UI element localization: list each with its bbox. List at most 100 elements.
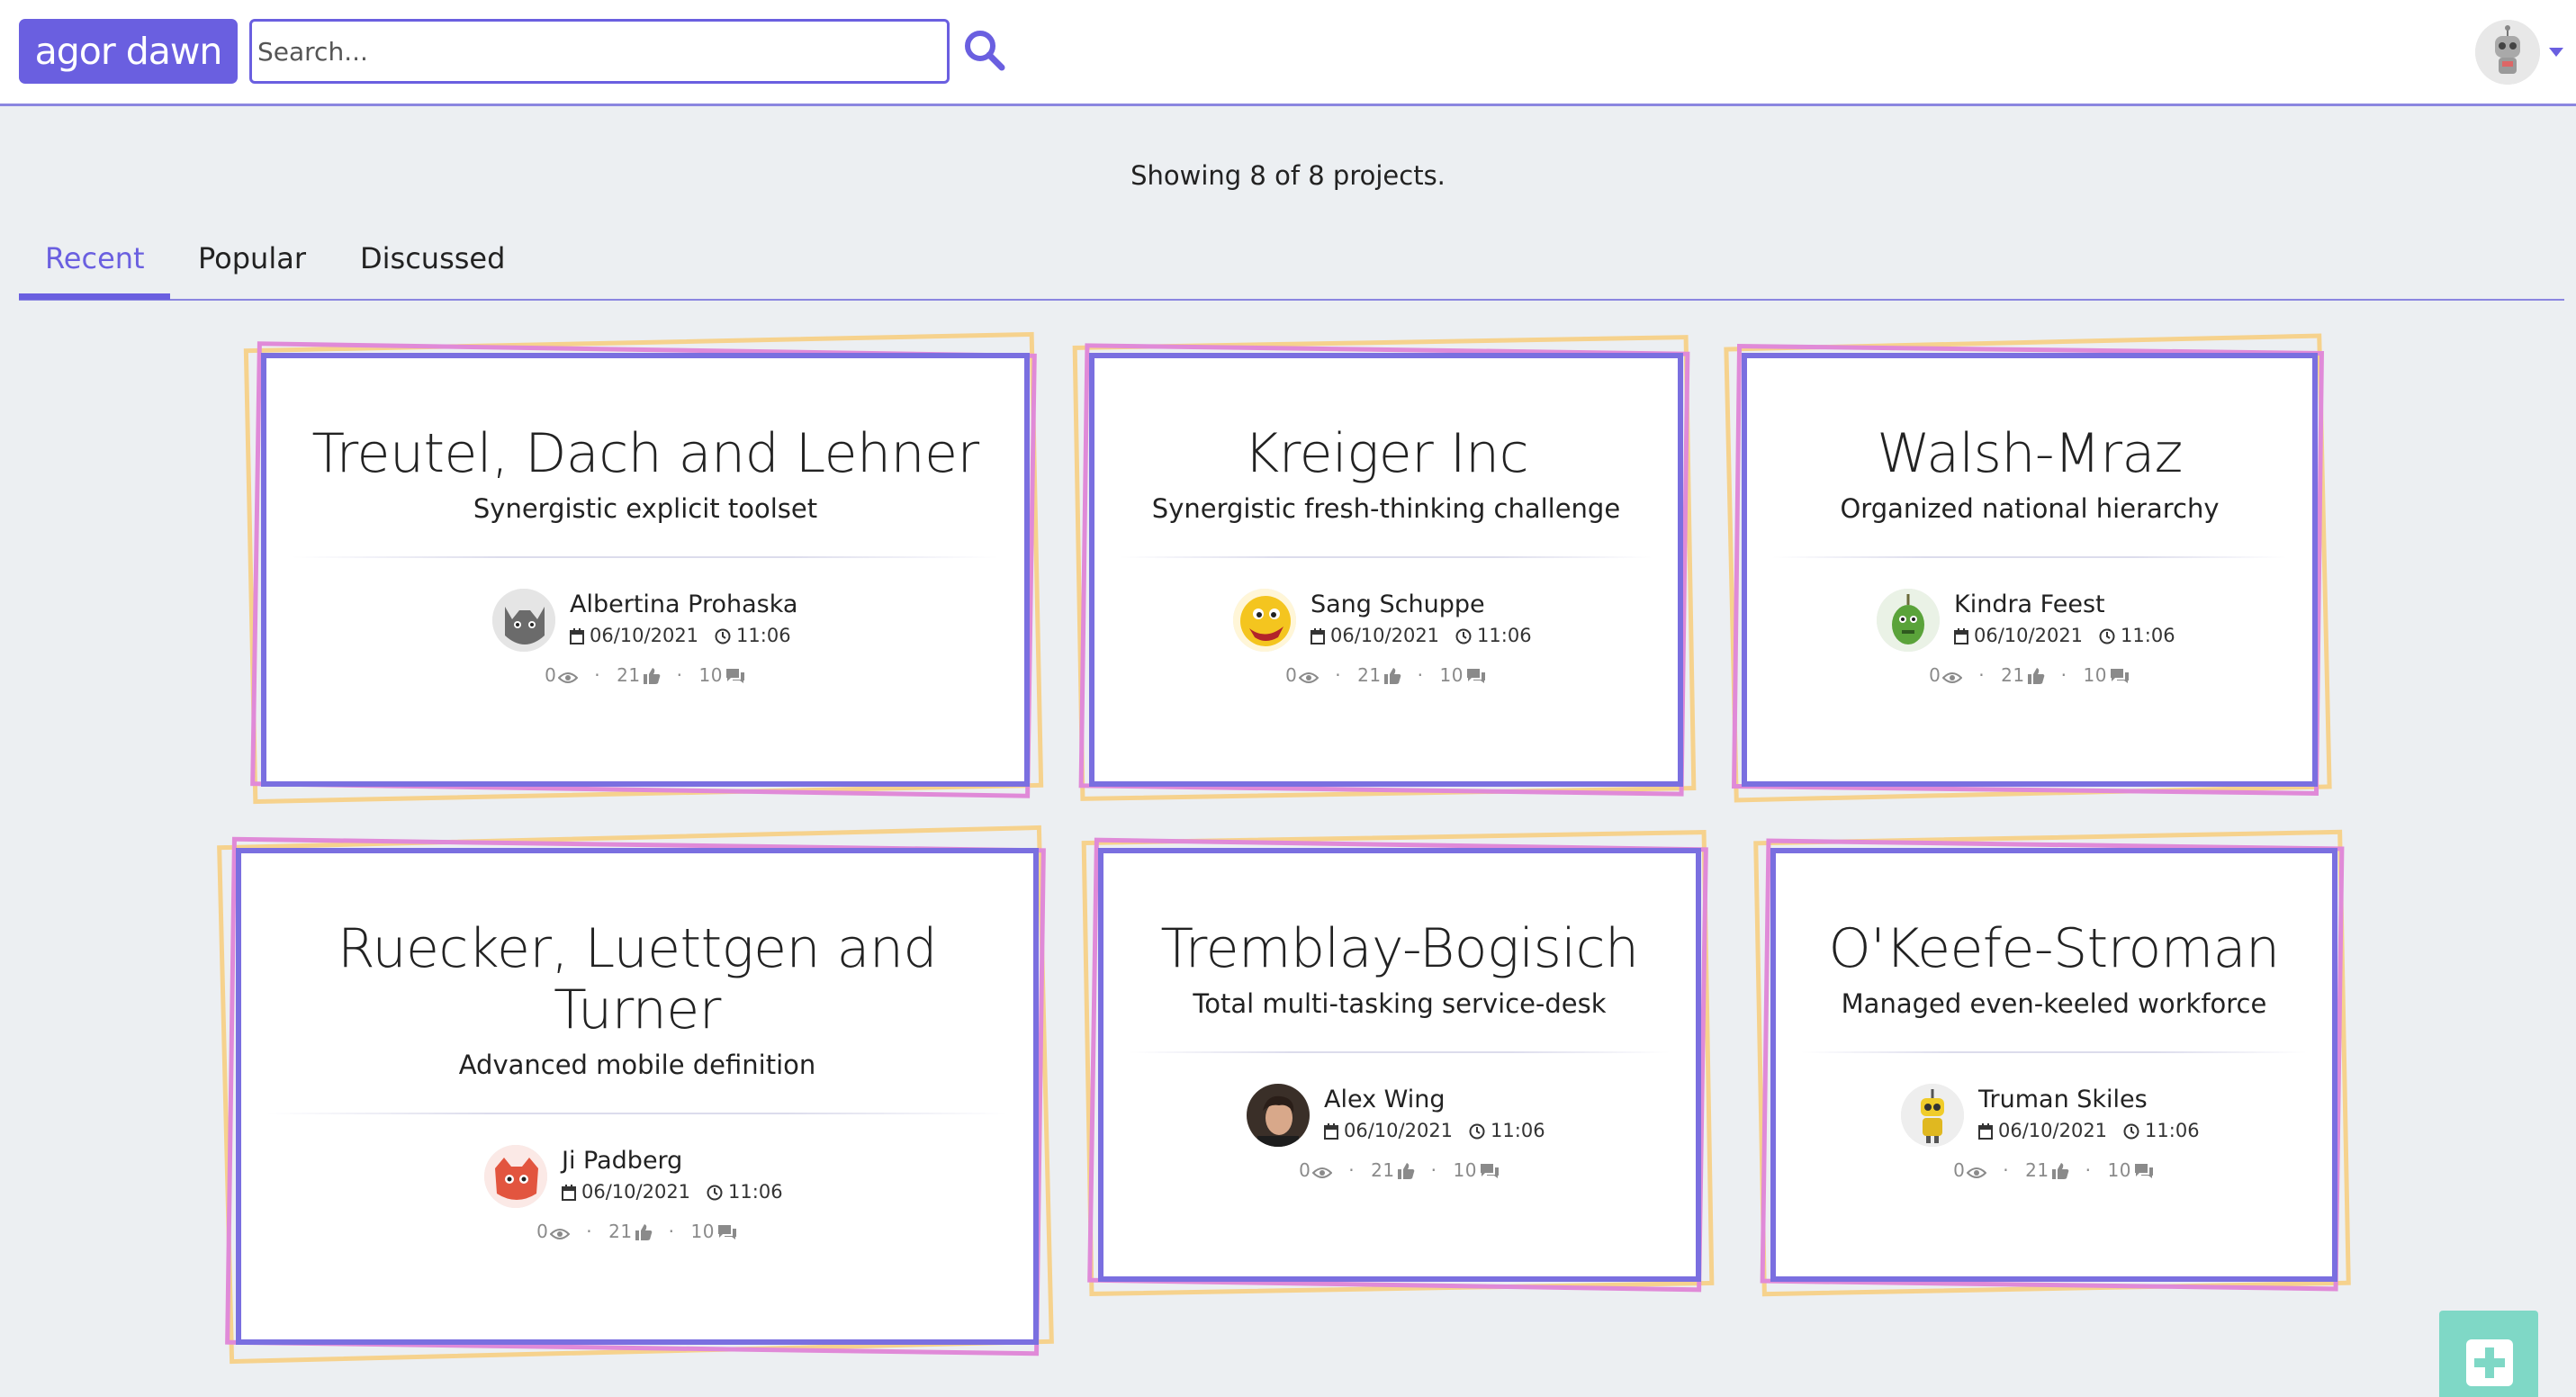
comments-icon <box>717 1225 736 1239</box>
calendar-icon <box>1954 628 1968 644</box>
author-name[interactable]: Ji Padberg <box>562 1147 682 1175</box>
project-subtitle: Managed even-keeled workforce <box>1841 988 2267 1019</box>
separator-dot: · <box>586 1221 593 1242</box>
eye-icon <box>1966 1167 1987 1178</box>
post-time: 11:06 <box>1491 1120 1545 1141</box>
views-count: 0 <box>1929 664 1941 686</box>
author-info: Albertina Prohaska 06/10/2021 11:06 <box>261 583 1030 655</box>
likes-count: 21 <box>2025 1159 2049 1181</box>
active-tab-underline <box>19 293 170 300</box>
comments-count: 10 <box>690 1221 715 1242</box>
comments-count: 10 <box>1439 664 1464 686</box>
comments-icon <box>725 669 744 683</box>
likes-count: 21 <box>1371 1159 1395 1181</box>
clock-icon <box>1455 628 1472 644</box>
clock-icon <box>2099 628 2115 644</box>
green-monster-avatar-icon[interactable] <box>1877 589 1940 652</box>
project-subtitle: Synergistic explicit toolset <box>473 493 818 524</box>
project-title: O'Keefe-Stroman <box>1828 917 2280 980</box>
author-name[interactable]: Alex Wing <box>1324 1086 1446 1113</box>
author-info: Truman Skiles 06/10/2021 11:06 <box>1770 1078 2337 1150</box>
post-time: 11:06 <box>1477 625 1532 646</box>
clock-icon <box>715 628 731 644</box>
post-datetime: 06/10/2021 11:06 <box>1324 1120 1545 1141</box>
red-monster-avatar-icon[interactable] <box>484 1145 547 1208</box>
chevron-down-icon[interactable] <box>2547 45 2565 58</box>
post-date: 06/10/2021 <box>590 625 699 646</box>
project-stats: 0 · 21 · 10 <box>1742 664 2318 686</box>
views-count: 0 <box>536 1221 549 1242</box>
calendar-icon <box>1978 1123 1993 1140</box>
views-count: 0 <box>1299 1159 1311 1181</box>
person-photo-avatar-icon[interactable] <box>1247 1084 1310 1147</box>
author-name[interactable]: Sang Schuppe <box>1311 590 1485 618</box>
app-logo[interactable]: agor dawn <box>19 19 238 84</box>
separator-dot: · <box>2060 664 2067 686</box>
project-card[interactable]: Walsh-Mraz Organized national hierarchy Ki… <box>1724 333 2332 803</box>
project-subtitle: Synergistic fresh-thinking challenge <box>1151 493 1621 524</box>
card-divider <box>1129 1051 1671 1053</box>
clock-icon <box>707 1185 723 1201</box>
views-count: 0 <box>1285 664 1298 686</box>
separator-dot: · <box>1978 664 1986 686</box>
project-card[interactable]: Treutel, Dach and Lehner Synergistic expl… <box>243 331 1044 805</box>
tab-popular[interactable]: Popular <box>198 236 306 301</box>
project-card[interactable]: Tremblay-Bogisich Total multi-tasking ser… <box>1081 829 1715 1297</box>
card-content: Ruecker, Luettgen and Turner Advanced mob… <box>236 918 1039 1242</box>
clock-icon <box>1469 1123 1485 1140</box>
yellow-monster-avatar-icon[interactable] <box>1233 589 1296 652</box>
user-avatar[interactable] <box>2475 20 2540 85</box>
project-card[interactable]: Kreiger Inc Synergistic fresh-thinking ch… <box>1072 335 1697 801</box>
comments-icon <box>1466 669 1485 683</box>
separator-dot: · <box>2085 1159 2092 1181</box>
author-name[interactable]: Kindra Feest <box>1954 590 2105 618</box>
project-title: Ruecker, Luettgen and Turner <box>337 917 938 1041</box>
cat-avatar-icon[interactable] <box>492 589 555 652</box>
calendar-icon <box>570 628 584 644</box>
search-input[interactable] <box>249 19 950 84</box>
clock-icon <box>2123 1123 2139 1140</box>
project-stats: 0 · 21 · 10 <box>1770 1159 2337 1181</box>
project-title: Treutel, Dach and Lehner <box>311 422 979 485</box>
project-subtitle: Total multi-tasking service-desk <box>1193 988 1607 1019</box>
add-project-button[interactable] <box>2439 1311 2538 1397</box>
search-icon[interactable] <box>961 27 1008 74</box>
tab-recent[interactable]: Recent <box>45 236 145 301</box>
thumbs-up-icon <box>2027 668 2044 684</box>
eye-icon <box>1311 1167 1333 1178</box>
author-name[interactable]: Truman Skiles <box>1978 1086 2148 1113</box>
thumbs-up-icon <box>2051 1163 2068 1179</box>
post-time: 11:06 <box>728 1181 783 1203</box>
likes-count: 21 <box>608 1221 633 1242</box>
eye-icon <box>549 1229 571 1239</box>
project-stats: 0 · 21 · 10 <box>236 1221 1039 1242</box>
post-datetime: 06/10/2021 11:06 <box>1954 625 2175 646</box>
post-datetime: 06/10/2021 11:06 <box>562 1181 783 1203</box>
views-count: 0 <box>545 664 557 686</box>
card-divider <box>1120 556 1653 558</box>
post-date: 06/10/2021 <box>581 1181 691 1203</box>
post-date: 06/10/2021 <box>1344 1120 1454 1141</box>
thumbs-up-icon <box>643 668 660 684</box>
project-stats: 0 · 21 · 10 <box>261 664 1030 686</box>
separator-dot: · <box>2003 1159 2010 1181</box>
top-navbar: agor dawn <box>0 0 2576 106</box>
card-content: Walsh-Mraz Organized national hierarchy Ki… <box>1742 423 2318 686</box>
post-datetime: 06/10/2021 11:06 <box>570 625 791 646</box>
yellow-robot-avatar-icon[interactable] <box>1901 1084 1964 1147</box>
separator-dot: · <box>594 664 601 686</box>
post-datetime: 06/10/2021 11:06 <box>1311 625 1532 646</box>
author-name[interactable]: Albertina Prohaska <box>570 590 797 618</box>
project-card[interactable]: Ruecker, Luettgen and Turner Advanced mob… <box>217 825 1054 1365</box>
tab-discussed[interactable]: Discussed <box>360 236 505 301</box>
project-title: Walsh-Mraz <box>1877 422 2183 485</box>
post-time: 11:06 <box>736 625 791 646</box>
eye-icon <box>1298 672 1320 683</box>
plus-square-icon <box>2466 1339 2513 1386</box>
separator-dot: · <box>1430 1159 1437 1181</box>
card-content: Treutel, Dach and Lehner Synergistic expl… <box>261 423 1030 686</box>
project-subtitle: Organized national hierarchy <box>1840 493 2220 524</box>
project-title: Kreiger Inc <box>1243 422 1529 485</box>
project-card[interactable]: O'Keefe-Stroman Managed even-keeled workf… <box>1753 829 2351 1297</box>
calendar-icon <box>1324 1123 1338 1140</box>
